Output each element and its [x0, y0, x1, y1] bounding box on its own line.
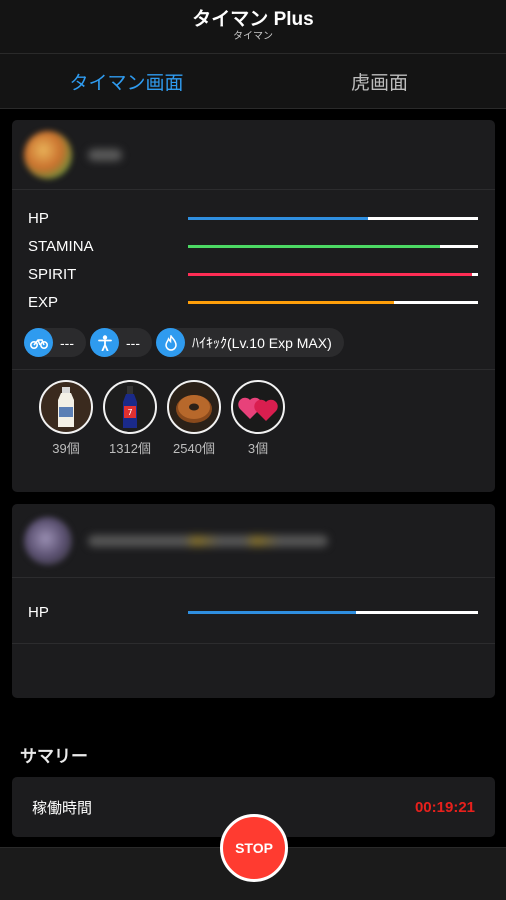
opponent-stats: HP	[12, 578, 495, 644]
hearts-icon	[231, 380, 285, 434]
stat-label: SPIRIT	[28, 265, 77, 283]
tab-tora[interactable]: 虎画面	[253, 54, 506, 108]
item-count: 39個	[52, 441, 80, 456]
player-card: HP STAMINA SPIRIT EXP --- --- ﾊｲｷｯｸ(Lv.1…	[12, 120, 495, 492]
item-count: 3個	[247, 441, 269, 456]
player-name-blurred	[88, 148, 122, 161]
milk-bottle-icon	[39, 380, 93, 434]
summary-title: サマリー	[20, 747, 88, 766]
stamina-bar-fill	[188, 244, 441, 248]
stat-label: HP	[28, 209, 49, 227]
stat-row-exp: EXP	[28, 288, 479, 316]
stat-label: HP	[28, 603, 49, 621]
spirit-bar	[188, 272, 478, 276]
player-avatar	[24, 130, 72, 179]
exp-bar	[188, 300, 478, 304]
item-count: 1312個	[109, 441, 151, 456]
opponent-hp-bar-fill	[188, 610, 357, 614]
stop-button[interactable]: STOP	[220, 814, 288, 882]
stat-label: STAMINA	[28, 237, 94, 255]
spirit-bar-fill	[188, 272, 473, 276]
stat-row-hp: HP	[28, 204, 479, 232]
uptime-label: 稼働時間	[32, 799, 93, 817]
soda-bottle-icon: 7	[103, 380, 157, 434]
skill-chip[interactable]: ﾊｲｷｯｸ(Lv.10 Exp MAX)	[156, 328, 344, 357]
motorcycle-icon	[24, 328, 53, 357]
tab-bar: タイマン画面 虎画面	[0, 54, 506, 109]
opponent-hp-bar	[188, 610, 478, 614]
vehicle-chip-text: ---	[60, 334, 74, 351]
outfit-chip[interactable]: ---	[90, 328, 152, 357]
opponent-stat-row-hp: HP	[28, 598, 479, 626]
stat-row-stamina: STAMINA	[28, 232, 479, 260]
flame-icon	[156, 328, 185, 357]
equipment-chips: --- --- ﾊｲｷｯｸ(Lv.10 Exp MAX)	[12, 316, 495, 370]
tab-taiman[interactable]: タイマン画面	[0, 54, 253, 108]
exp-bar-fill	[188, 300, 394, 304]
app-subtitle: タイマン	[233, 31, 273, 42]
item-milk[interactable]: 39個	[34, 380, 98, 457]
item-soda[interactable]: 7 1312個	[98, 380, 162, 457]
skill-chip-text: ﾊｲｷｯｸ(Lv.10 Exp MAX)	[192, 334, 332, 351]
item-list: 39個 7 1312個 2540個 3個	[12, 370, 495, 457]
item-hearts[interactable]: 3個	[226, 380, 290, 457]
outfit-chip-text: ---	[126, 334, 140, 351]
app-title: タイマン Plus	[192, 9, 314, 30]
stat-label: EXP	[28, 293, 59, 311]
opponent-name-blurred	[88, 534, 328, 547]
stat-row-spirit: SPIRIT	[28, 260, 479, 288]
hp-bar-fill	[188, 216, 368, 220]
stamina-bar	[188, 244, 478, 248]
player-stats: HP STAMINA SPIRIT EXP	[12, 190, 495, 316]
svg-text:7: 7	[127, 408, 132, 417]
item-count: 2540個	[173, 441, 215, 456]
hp-bar	[188, 216, 478, 220]
player-header	[12, 120, 495, 190]
donut-icon	[167, 380, 221, 434]
uptime-value: 00:19:21	[414, 798, 475, 816]
item-donut[interactable]: 2540個	[162, 380, 226, 457]
nav-bar: タイマン Plus タイマン	[0, 0, 506, 54]
person-icon	[90, 328, 119, 357]
opponent-header	[12, 504, 495, 578]
opponent-card: HP	[12, 504, 495, 698]
opponent-avatar	[24, 516, 72, 565]
vehicle-chip[interactable]: ---	[24, 328, 86, 357]
